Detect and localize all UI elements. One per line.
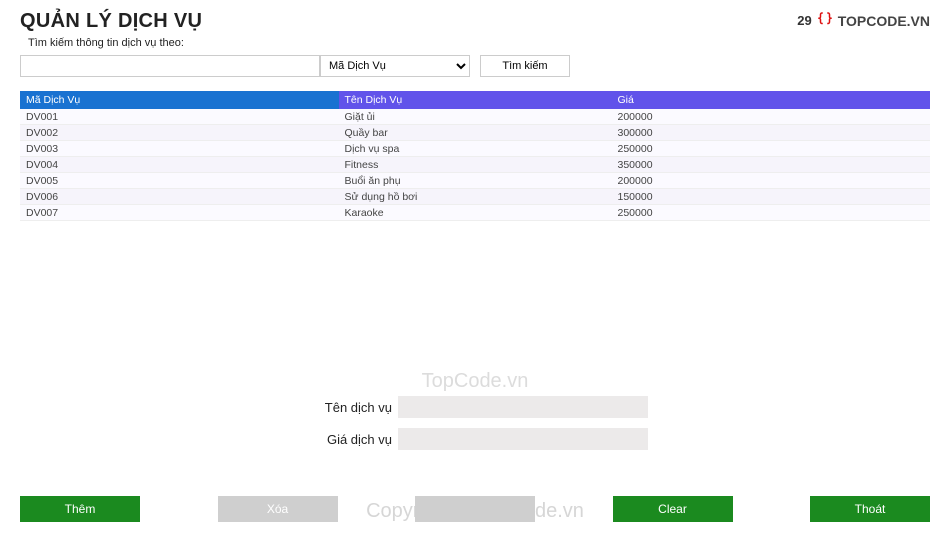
service-price-label: Giá dịch vụ (302, 432, 392, 447)
watermark-brand: TopCode.vn (0, 370, 950, 393)
table-row[interactable]: DV004Fitness350000 (20, 157, 930, 173)
cell-id: DV003 (20, 141, 339, 157)
col-header-id[interactable]: Mã Dịch Vụ (20, 91, 339, 109)
search-criteria-select[interactable]: Mã Dịch Vụ (320, 55, 470, 77)
table-row[interactable]: DV007Karaoke250000 (20, 205, 930, 221)
table-row[interactable]: DV006Sử dụng hồ bơi150000 (20, 189, 930, 205)
table-row[interactable]: DV003Dịch vụ spa250000 (20, 141, 930, 157)
exit-button[interactable]: Thoát (810, 496, 930, 522)
cell-name: Quầy bar (339, 125, 612, 141)
search-label: Tìm kiếm thông tin dịch vụ theo: (0, 37, 950, 55)
cell-id: DV007 (20, 205, 339, 221)
services-table: Mã Dịch Vụ Tên Dịch Vụ Giá DV001Giặt ủi2… (20, 91, 930, 221)
search-button[interactable]: Tìm kiếm (480, 55, 570, 77)
search-input[interactable] (20, 55, 320, 77)
cell-name: Buổi ăn phụ (339, 173, 612, 189)
cell-name: Sử dụng hồ bơi (339, 189, 612, 205)
cell-id: DV002 (20, 125, 339, 141)
page-title: QUẢN LÝ DỊCH VỤ (20, 10, 202, 33)
cell-price: 250000 (612, 205, 931, 221)
cell-name: Fitness (339, 157, 612, 173)
brand-text: TOPCODE.VN (838, 13, 930, 29)
table-row[interactable]: DV001Giặt ủi200000 (20, 109, 930, 125)
cell-price: 200000 (612, 173, 931, 189)
cell-price: 300000 (612, 125, 931, 141)
delete-button: Xóa (218, 496, 338, 522)
cell-id: DV006 (20, 189, 339, 205)
cell-price: 250000 (612, 141, 931, 157)
col-header-price[interactable]: Giá (612, 91, 931, 109)
cell-price: 200000 (612, 109, 931, 125)
cell-price: 350000 (612, 157, 931, 173)
service-price-input[interactable] (398, 428, 648, 450)
cell-id: DV004 (20, 157, 339, 173)
col-header-name[interactable]: Tên Dịch Vụ (339, 91, 612, 109)
code-braces-icon (816, 10, 834, 31)
add-button[interactable]: Thêm (20, 496, 140, 522)
extra-button (415, 496, 535, 522)
service-name-label: Tên dịch vụ (302, 400, 392, 415)
cell-price: 150000 (612, 189, 931, 205)
cell-name: Karaoke (339, 205, 612, 221)
cell-id: DV001 (20, 109, 339, 125)
brand-left: 29 (797, 13, 811, 28)
service-name-input[interactable] (398, 396, 648, 418)
table-row[interactable]: DV005Buổi ăn phụ200000 (20, 173, 930, 189)
cell-name: Giặt ủi (339, 109, 612, 125)
table-row[interactable]: DV002Quầy bar300000 (20, 125, 930, 141)
clear-button[interactable]: Clear (613, 496, 733, 522)
brand-logo: 29 TOPCODE.VN (797, 10, 930, 31)
cell-id: DV005 (20, 173, 339, 189)
cell-name: Dịch vụ spa (339, 141, 612, 157)
